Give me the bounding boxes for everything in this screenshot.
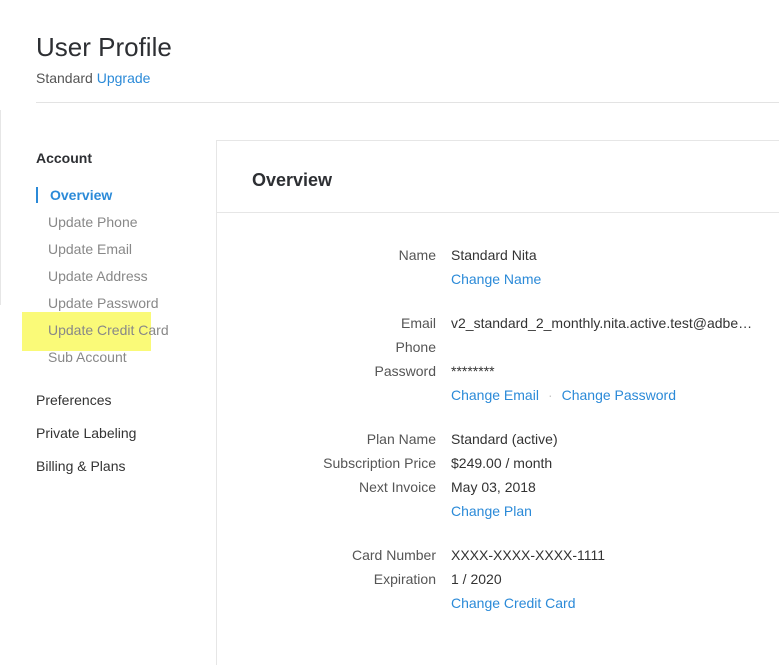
email-label: Email xyxy=(400,315,436,331)
header-divider xyxy=(36,102,779,103)
card-number-value: XXXX-XXXX-XXXX-1111 xyxy=(451,547,606,563)
subscription-price-value: $249.00 / month xyxy=(451,455,553,471)
plan-line: Standard Upgrade xyxy=(36,70,172,86)
change-password-link[interactable]: Change Password xyxy=(562,387,676,403)
sidebar-item-overview[interactable]: Overview xyxy=(50,187,112,203)
plan-name-label: Plan Name xyxy=(366,431,436,447)
overview-title: Overview xyxy=(252,170,333,190)
name-value: Standard Nita xyxy=(451,247,537,263)
sidebar-item-sub-account[interactable]: Sub Account xyxy=(48,349,127,365)
sidebar-item-update-credit-card[interactable]: Update Credit Card xyxy=(48,322,169,338)
contact-actions: Change Email · Change Password xyxy=(451,386,676,404)
password-value: ******** xyxy=(451,363,495,379)
change-plan-link[interactable]: Change Plan xyxy=(451,502,532,520)
phone-label: Phone xyxy=(395,339,436,355)
next-invoice-value: May 03, 2018 xyxy=(451,479,536,495)
sidebar-item-update-address[interactable]: Update Address xyxy=(48,268,148,284)
upgrade-link[interactable]: Upgrade xyxy=(97,70,151,86)
left-edge-divider xyxy=(0,110,1,305)
main-panel-border xyxy=(216,140,217,665)
next-invoice-label: Next Invoice xyxy=(358,479,436,495)
email-value: v2_standard_2_monthly.nita.active.test@a… xyxy=(451,315,753,331)
change-name-link[interactable]: Change Name xyxy=(451,270,541,288)
page-header: User Profile Standard Upgrade xyxy=(36,30,172,86)
change-email-link[interactable]: Change Email xyxy=(451,387,539,403)
expiration-value: 1 / 2020 xyxy=(451,571,502,587)
subscription-price-label: Subscription Price xyxy=(323,455,436,471)
sidebar-item-billing-plans[interactable]: Billing & Plans xyxy=(36,458,126,474)
card-number-label: Card Number xyxy=(351,547,436,563)
sidebar-heading-account: Account xyxy=(36,150,92,166)
plan-label: Standard xyxy=(36,70,93,86)
plan-name-value: Standard (active) xyxy=(451,431,558,447)
main-panel-top-border xyxy=(216,140,779,141)
sidebar-item-update-password[interactable]: Update Password xyxy=(48,295,159,311)
sidebar-item-update-phone[interactable]: Update Phone xyxy=(48,214,138,230)
overview-divider xyxy=(216,212,779,213)
page-title: User Profile xyxy=(36,32,172,62)
change-credit-card-link[interactable]: Change Credit Card xyxy=(451,594,576,612)
separator-dot: · xyxy=(547,387,553,403)
name-label: Name xyxy=(398,247,436,263)
active-marker xyxy=(36,187,38,203)
expiration-label: Expiration xyxy=(373,571,436,587)
sidebar-item-update-email[interactable]: Update Email xyxy=(48,241,132,257)
sidebar-item-private-labeling[interactable]: Private Labeling xyxy=(36,425,136,441)
sidebar-item-preferences[interactable]: Preferences xyxy=(36,392,111,408)
password-label: Password xyxy=(374,363,436,379)
